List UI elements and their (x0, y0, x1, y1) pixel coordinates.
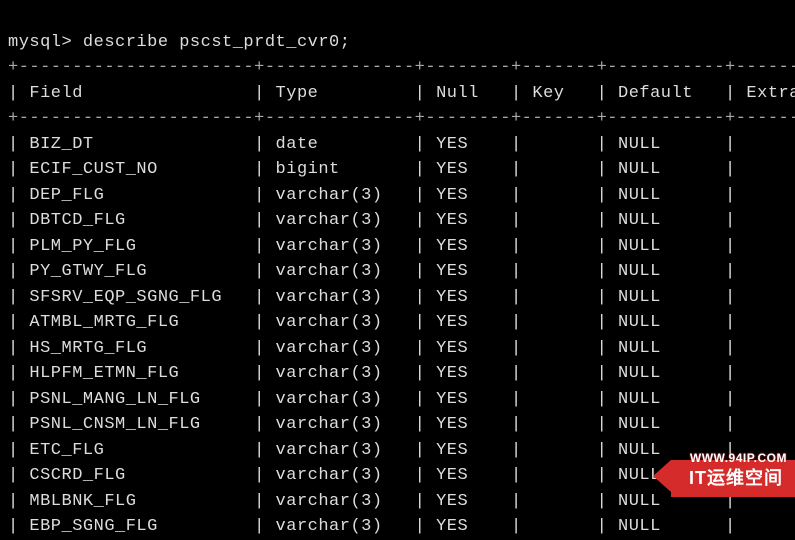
table-row: | PY_GTWY_FLG | varchar(3) | YES | | NUL… (8, 262, 795, 281)
table-header: | Field | Type | Null | Key | Default | … (8, 84, 795, 103)
mysql-prompt: mysql> describe pscst_prdt_cvr0; (8, 33, 350, 52)
table-row: | DEP_FLG | varchar(3) | YES | | NULL | … (8, 186, 795, 205)
table-row: | ATMBL_MRTG_FLG | varchar(3) | YES | | … (8, 313, 795, 332)
table-row: | EBP_SGNG_FLG | varchar(3) | YES | | NU… (8, 517, 795, 536)
table-row: | ETC_FLG | varchar(3) | YES | | NULL | … (8, 441, 795, 460)
table-border-top: +----------------------+--------------+-… (8, 58, 795, 77)
table-row: | HS_MRTG_FLG | varchar(3) | YES | | NUL… (8, 339, 795, 358)
table-row: | HLPFM_ETMN_FLG | varchar(3) | YES | | … (8, 364, 795, 383)
table-row: | SFSRV_EQP_SGNG_FLG | varchar(3) | YES … (8, 288, 795, 307)
table-row: | PSNL_MANG_LN_FLG | varchar(3) | YES | … (8, 390, 795, 409)
watermark-url: WWW.94IP.COM (690, 449, 787, 467)
table-row: | ECIF_CUST_NO | bigint | YES | | NULL |… (8, 160, 795, 179)
table-row: | BIZ_DT | date | YES | | NULL | | (8, 135, 795, 154)
table-border-mid: +----------------------+--------------+-… (8, 109, 795, 128)
table-row: | PSNL_CNSM_LN_FLG | varchar(3) | YES | … (8, 415, 795, 434)
table-row: | PLM_PY_FLG | varchar(3) | YES | | NULL… (8, 237, 795, 256)
table-row: | DBTCD_FLG | varchar(3) | YES | | NULL … (8, 211, 795, 230)
